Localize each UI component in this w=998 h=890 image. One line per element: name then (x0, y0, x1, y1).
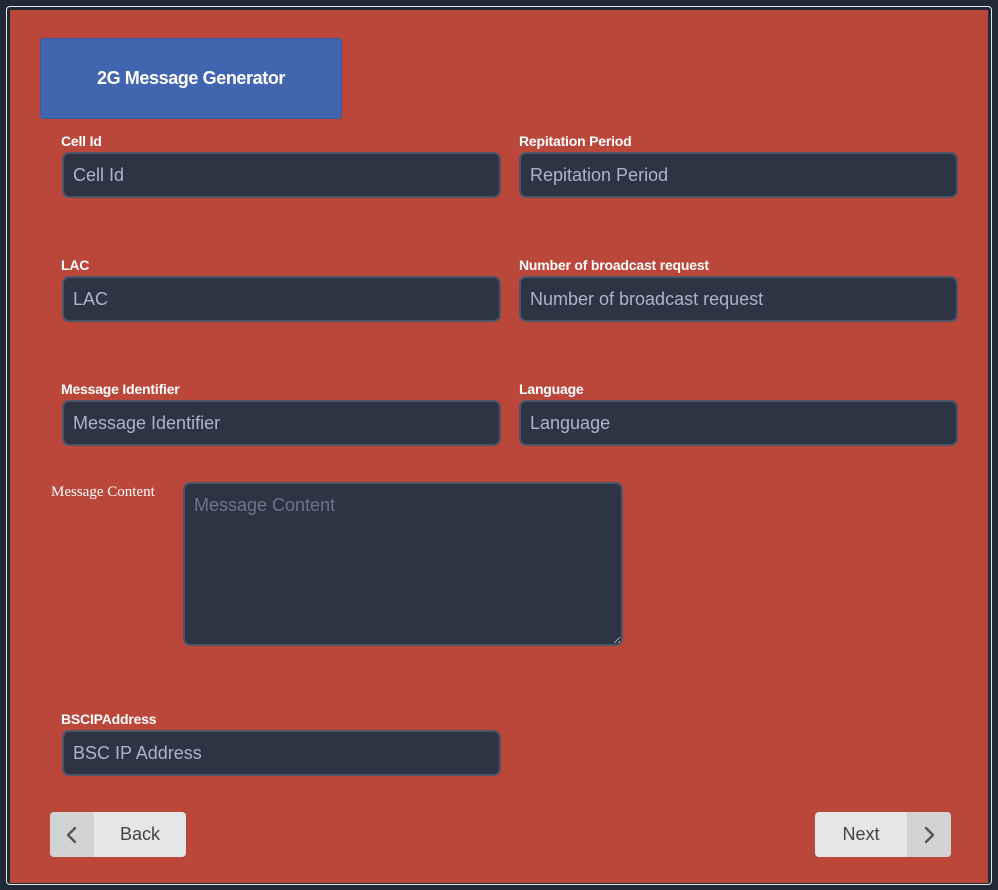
language-label: Language (519, 381, 584, 397)
message-identifier-input[interactable] (62, 400, 501, 446)
num-broadcast-input[interactable] (519, 276, 958, 322)
lac-input[interactable] (62, 276, 501, 322)
next-button-label: Next (842, 824, 880, 844)
message-generator-title-button[interactable]: 2G Message Generator (40, 38, 342, 119)
cell-id-label: Cell Id (61, 133, 102, 149)
chevron-right-icon (907, 812, 951, 857)
cell-id-input[interactable] (62, 152, 501, 198)
language-input[interactable] (519, 400, 958, 446)
repitation-period-label: Repitation Period (519, 133, 632, 149)
back-button[interactable]: Back (50, 812, 186, 857)
lac-label: LAC (61, 257, 90, 273)
repitation-period-input[interactable] (519, 152, 958, 198)
bsc-ip-label: BSCIPAddress (61, 711, 157, 727)
back-button-label: Back (119, 824, 161, 844)
bsc-ip-input[interactable] (62, 730, 501, 776)
next-button[interactable]: Next (815, 812, 951, 857)
message-content-label: Message Content (51, 484, 155, 500)
message-identifier-label: Message Identifier (61, 381, 180, 397)
chevron-left-icon (50, 812, 94, 857)
form-panel: 2G Message Generator Cell Id Repitation … (10, 10, 988, 883)
num-broadcast-label: Number of broadcast request (519, 257, 709, 273)
message-content-textarea[interactable] (183, 482, 623, 646)
